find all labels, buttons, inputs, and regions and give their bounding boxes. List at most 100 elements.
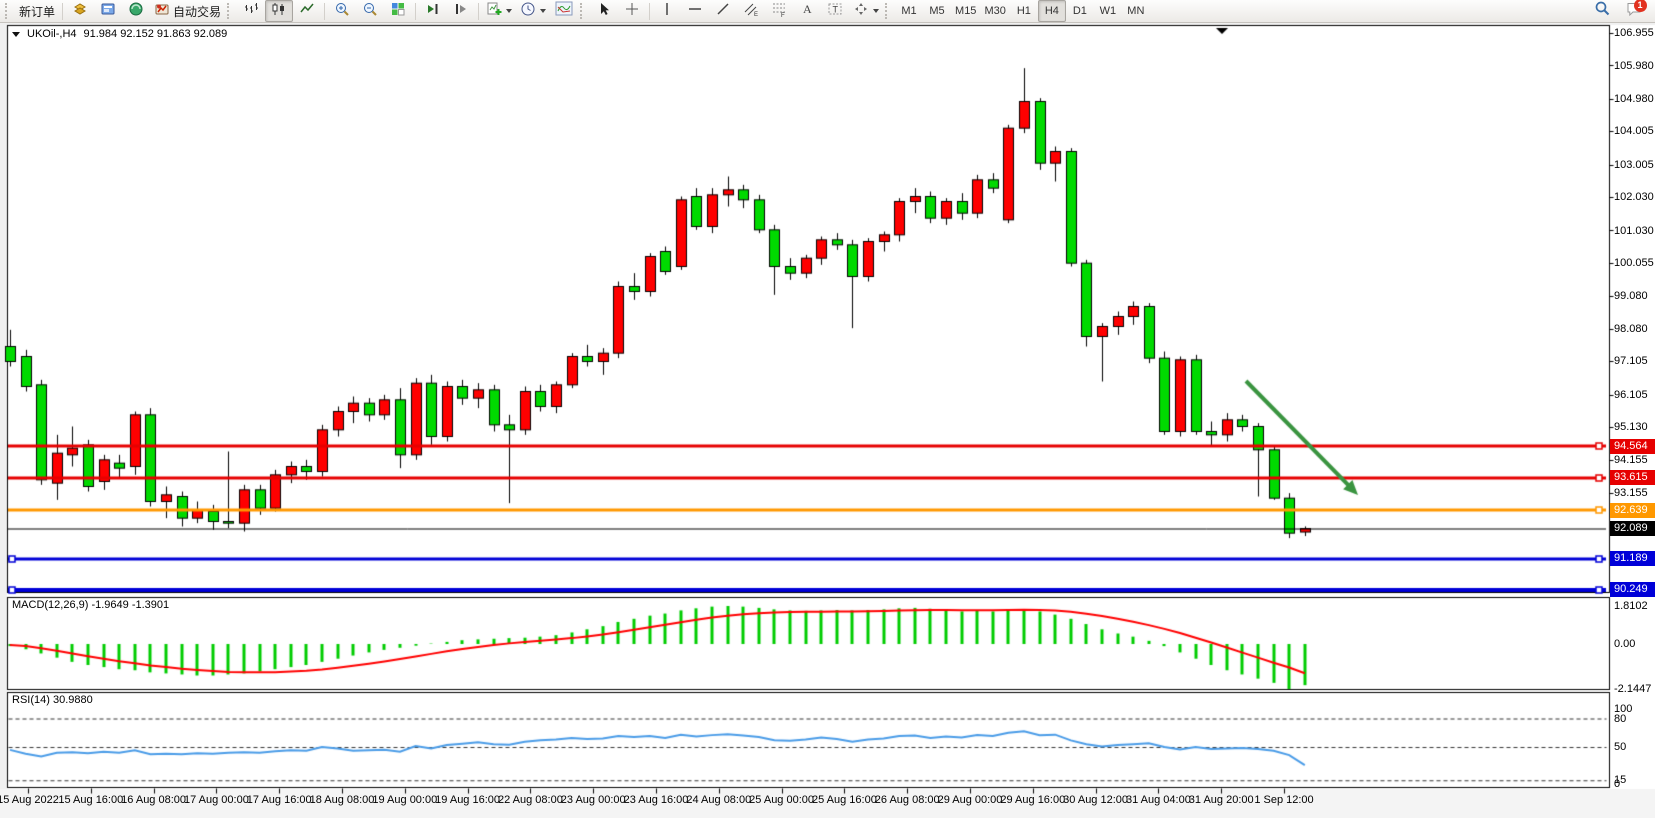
hline-button[interactable] (681, 0, 709, 22)
svg-text:F: F (781, 13, 785, 17)
chart-title: UKOil-,H4 91.984 92.152 91.863 92.089 (12, 28, 227, 40)
candle-chart-button[interactable] (265, 0, 293, 22)
vline-button[interactable] (653, 0, 681, 22)
time-axis-label: 30 Aug 12:00 (1063, 794, 1128, 806)
tf-h1-button[interactable]: H1 (1010, 0, 1038, 22)
macd-axis-label: -2.1447 (1614, 683, 1651, 695)
time-axis-label: 1 Sep 12:00 (1254, 794, 1313, 806)
cursor-icon (596, 1, 612, 22)
rsi-axis-label: 50 (1614, 741, 1626, 753)
price-axis-label: 104.005 (1614, 125, 1654, 137)
data-window-button[interactable] (94, 0, 122, 22)
autotrading-button-label: 自动交易 (173, 3, 221, 20)
cursor-button[interactable] (590, 0, 618, 22)
navigator-button[interactable] (122, 0, 150, 22)
tile-windows-button[interactable] (384, 0, 412, 22)
price-axis-label: 94.155 (1614, 454, 1648, 466)
search-icon (1594, 0, 1611, 22)
notification-badge: 1 (1634, 0, 1647, 12)
time-axis-label: 16 Aug 08:00 (121, 794, 186, 806)
time-axis-label: 25 Aug 16:00 (812, 794, 877, 806)
fibonacci-button[interactable]: F (765, 0, 793, 22)
time-axis-label: 19 Aug 16:00 (435, 794, 500, 806)
period-button[interactable] (516, 0, 550, 22)
data-window-icon (100, 1, 116, 22)
period-button-dropdown-icon[interactable] (540, 9, 546, 13)
macd-axis-label: 0.00 (1614, 638, 1635, 650)
tf-m15-button[interactable]: M15 (951, 0, 980, 22)
tf-m5-button[interactable]: M5 (923, 0, 951, 22)
tf-h1-button-label: H1 (1017, 5, 1031, 17)
time-axis-label: 15 Aug 16:00 (58, 794, 123, 806)
chart-menu-arrow-icon[interactable] (12, 32, 20, 37)
time-axis-label: 18 Aug 08:00 (310, 794, 375, 806)
crosshair-button[interactable] (618, 0, 646, 22)
chart-ohlc-values: 91.984 92.152 91.863 92.089 (84, 28, 228, 40)
toolbar-drag-handle (227, 3, 233, 19)
arrows-button[interactable] (849, 0, 883, 22)
auto-scroll-icon (425, 1, 441, 22)
label-button[interactable]: T (821, 0, 849, 22)
time-axis-label: 23 Aug 00:00 (561, 794, 626, 806)
text-button[interactable]: A (793, 0, 821, 22)
arrows-button-dropdown-icon[interactable] (873, 9, 879, 13)
chart-shift-button[interactable] (447, 0, 475, 22)
svg-text:T: T (833, 4, 839, 14)
price-tag: 90.249 (1610, 582, 1655, 597)
rsi-indicator-label: RSI(14) 30.9880 (12, 694, 93, 706)
new-order-button[interactable]: 新订单 (15, 0, 59, 22)
price-axis-label: 101.030 (1614, 225, 1654, 237)
time-axis-label: 29 Aug 00:00 (938, 794, 1003, 806)
new-chart-button[interactable] (482, 0, 516, 22)
zoom-out-icon (362, 1, 378, 22)
tf-m30-button[interactable]: M30 (980, 0, 1009, 22)
tf-d1-button[interactable]: D1 (1066, 0, 1094, 22)
tf-d1-button-label: D1 (1073, 5, 1087, 17)
price-tag: 94.564 (1610, 439, 1655, 454)
price-axis-label: 97.105 (1614, 355, 1648, 367)
chart-canvas[interactable] (0, 23, 1655, 818)
text-icon: A (799, 1, 815, 22)
notifications-button[interactable]: 1 (1620, 0, 1648, 22)
line-chart-button[interactable] (293, 0, 321, 22)
price-tag: 92.639 (1610, 503, 1655, 518)
time-axis-label: 23 Aug 16:00 (624, 794, 689, 806)
tf-m1-button[interactable]: M1 (895, 0, 923, 22)
navigator-icon (128, 1, 144, 22)
toolbar: 新订单 自动交易 E F A T M1 M5 M15M30 H1 H4 D1 W1MN 1 (0, 0, 1655, 23)
autotrading-button[interactable]: 自动交易 (150, 0, 225, 22)
search-button[interactable] (1588, 0, 1616, 22)
chart-symbol-period: UKOil-,H4 (27, 28, 77, 40)
price-axis-label: 105.980 (1614, 60, 1654, 72)
price-tag: 93.615 (1610, 470, 1655, 485)
market-watch-button[interactable] (66, 0, 94, 22)
channel-button[interactable]: E (737, 0, 765, 22)
tf-m5-button-label: M5 (929, 5, 944, 17)
tf-h4-button-label: H4 (1045, 5, 1059, 17)
indicators-button[interactable] (550, 0, 578, 22)
tf-mn-button[interactable]: MN (1122, 0, 1150, 22)
new-order-button-label: 新订单 (19, 3, 55, 20)
tf-w1-button[interactable]: W1 (1094, 0, 1122, 22)
tf-h4-button[interactable]: H4 (1038, 0, 1066, 22)
trendline-button[interactable] (709, 0, 737, 22)
zoom-in-button[interactable] (328, 0, 356, 22)
toolbar-separator (62, 3, 63, 20)
indicators-icon (555, 1, 573, 21)
market-watch-icon (72, 1, 88, 22)
new-chart-button-dropdown-icon[interactable] (506, 9, 512, 13)
chart-shift-icon (453, 1, 469, 22)
price-axis-label: 104.980 (1614, 93, 1654, 105)
tf-m1-button-label: M1 (901, 5, 916, 17)
price-axis-label: 93.155 (1614, 487, 1648, 499)
bar-chart-icon (243, 1, 259, 22)
rsi-axis-label: 80 (1614, 713, 1626, 725)
tile-windows-icon (390, 1, 406, 22)
zoom-out-button[interactable] (356, 0, 384, 22)
auto-scroll-button[interactable] (419, 0, 447, 22)
arrows-icon (853, 1, 869, 22)
trendline-icon (715, 1, 731, 22)
macd-axis-label: 1.8102 (1614, 600, 1648, 612)
toolbar-separator (478, 3, 479, 20)
bar-chart-button[interactable] (237, 0, 265, 22)
